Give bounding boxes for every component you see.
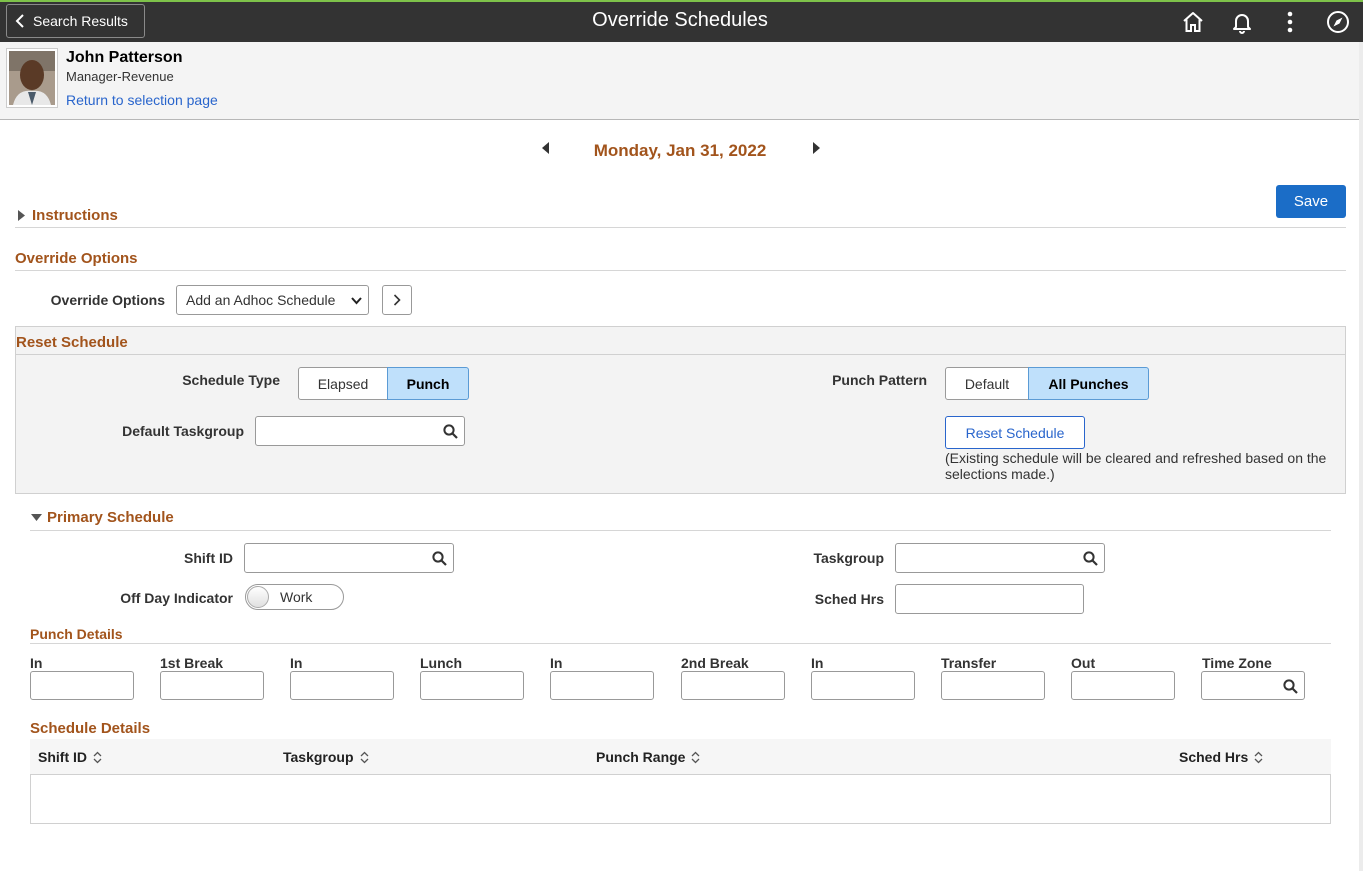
punch-in-1-label: In (30, 655, 43, 671)
chevron-left-icon (15, 14, 24, 28)
instructions-toggle[interactable]: Instructions (18, 207, 118, 224)
override-options-value: Add an Adhoc Schedule (186, 292, 336, 308)
more-vertical-icon[interactable] (1277, 9, 1303, 35)
time-zone-label: Time Zone (1202, 655, 1272, 671)
reset-schedule-note: (Existing schedule will be cleared and r… (945, 450, 1327, 482)
col-sched-hrs-label: Sched Hrs (1179, 749, 1249, 765)
employee-photo (6, 48, 58, 108)
compass-icon[interactable] (1325, 9, 1351, 35)
second-break-label: 2nd Break (681, 655, 749, 671)
divider (15, 270, 1346, 271)
shift-id-label: Shift ID (184, 550, 233, 566)
sort-icon (93, 751, 102, 763)
back-button-label: Search Results (33, 13, 128, 29)
punch-pattern-label: Punch Pattern (832, 372, 927, 388)
reset-schedule-title: Reset Schedule (16, 334, 128, 351)
chevron-right-icon (393, 294, 401, 306)
first-break-input[interactable] (160, 671, 264, 700)
current-date: Monday, Jan 31, 2022 (593, 141, 767, 160)
punch-details-title: Punch Details (30, 626, 123, 642)
reset-schedule-header (15, 326, 1346, 355)
sched-hrs-input[interactable] (895, 584, 1084, 614)
back-search-results-button[interactable]: Search Results (6, 4, 145, 38)
caret-down-icon (31, 514, 42, 521)
out-input[interactable] (1071, 671, 1175, 700)
lunch-label: Lunch (420, 655, 462, 671)
punch-in-4-input[interactable] (811, 671, 915, 700)
off-day-indicator-toggle[interactable]: Work (245, 584, 344, 610)
primary-schedule-toggle[interactable]: Primary Schedule (31, 509, 174, 526)
schedule-details-title: Schedule Details (30, 720, 151, 737)
bell-icon[interactable] (1229, 9, 1255, 35)
employee-title: Manager-Revenue (66, 69, 174, 84)
off-day-indicator-label: Off Day Indicator (120, 590, 233, 606)
col-shift-id[interactable]: Shift ID (38, 749, 102, 765)
vertical-scrollbar[interactable] (1359, 42, 1363, 871)
punch-pattern-default[interactable]: Default (945, 367, 1029, 400)
shift-id-input[interactable] (244, 543, 454, 573)
col-taskgroup[interactable]: Taskgroup (283, 749, 369, 765)
time-zone-input[interactable] (1201, 671, 1305, 700)
divider (15, 227, 1346, 228)
override-options-title: Override Options (15, 250, 138, 267)
sort-icon (692, 751, 700, 763)
first-break-label: 1st Break (160, 655, 224, 671)
override-options-select[interactable]: Add an Adhoc Schedule (176, 285, 369, 315)
off-day-indicator-value: Work (280, 589, 313, 605)
sort-icon (360, 751, 368, 763)
col-punch-range[interactable]: Punch Range (596, 749, 700, 765)
divider (30, 643, 1331, 644)
taskgroup-input[interactable] (895, 543, 1105, 573)
col-punch-range-label: Punch Range (596, 749, 686, 765)
search-icon[interactable] (1283, 679, 1298, 694)
override-options-label: Override Options (50, 292, 165, 308)
previous-date-arrow-icon[interactable] (538, 140, 554, 156)
page-title: Override Schedules (592, 9, 768, 31)
home-icon[interactable] (1180, 9, 1206, 35)
save-button[interactable]: Save (1276, 185, 1346, 218)
toggle-knob (247, 586, 269, 608)
divider (30, 530, 1331, 531)
schedule-type-punch[interactable]: Punch (387, 367, 469, 400)
default-taskgroup-input[interactable] (255, 416, 465, 446)
punch-in-3-input[interactable] (550, 671, 654, 700)
col-shift-id-label: Shift ID (38, 749, 87, 765)
out-label: Out (1071, 655, 1096, 671)
return-to-selection-link[interactable]: Return to selection page (66, 92, 218, 108)
col-taskgroup-label: Taskgroup (283, 749, 354, 765)
punch-in-4-label: In (811, 655, 824, 671)
reset-schedule-button[interactable]: Reset Schedule (945, 416, 1085, 449)
sort-icon (1254, 751, 1263, 763)
lunch-input[interactable] (420, 671, 524, 700)
punch-pattern-all-punches[interactable]: All Punches (1028, 367, 1149, 400)
transfer-label: Transfer (941, 655, 997, 671)
transfer-input[interactable] (941, 671, 1045, 700)
search-icon[interactable] (432, 551, 447, 566)
go-button[interactable] (382, 285, 412, 315)
search-icon[interactable] (1083, 551, 1098, 566)
caret-right-icon (18, 210, 25, 221)
punch-in-2-input[interactable] (290, 671, 394, 700)
employee-name: John Patterson (66, 49, 183, 66)
primary-schedule-title: Primary Schedule (47, 509, 174, 526)
default-taskgroup-label: Default Taskgroup (122, 423, 244, 439)
schedule-type-elapsed[interactable]: Elapsed (298, 367, 388, 400)
chevron-down-icon (351, 297, 362, 305)
punch-in-1-input[interactable] (30, 671, 134, 700)
next-date-arrow-icon[interactable] (808, 140, 824, 156)
schedule-type-label: Schedule Type (182, 372, 280, 388)
employee-header (0, 42, 1363, 120)
col-sched-hrs[interactable]: Sched Hrs (1179, 749, 1263, 765)
sched-hrs-label: Sched Hrs (814, 591, 884, 607)
instructions-label: Instructions (32, 207, 118, 224)
search-icon[interactable] (443, 424, 458, 439)
punch-in-2-label: In (290, 655, 303, 671)
second-break-input[interactable] (681, 671, 785, 700)
punch-in-3-label: In (550, 655, 563, 671)
taskgroup-label: Taskgroup (813, 550, 884, 566)
